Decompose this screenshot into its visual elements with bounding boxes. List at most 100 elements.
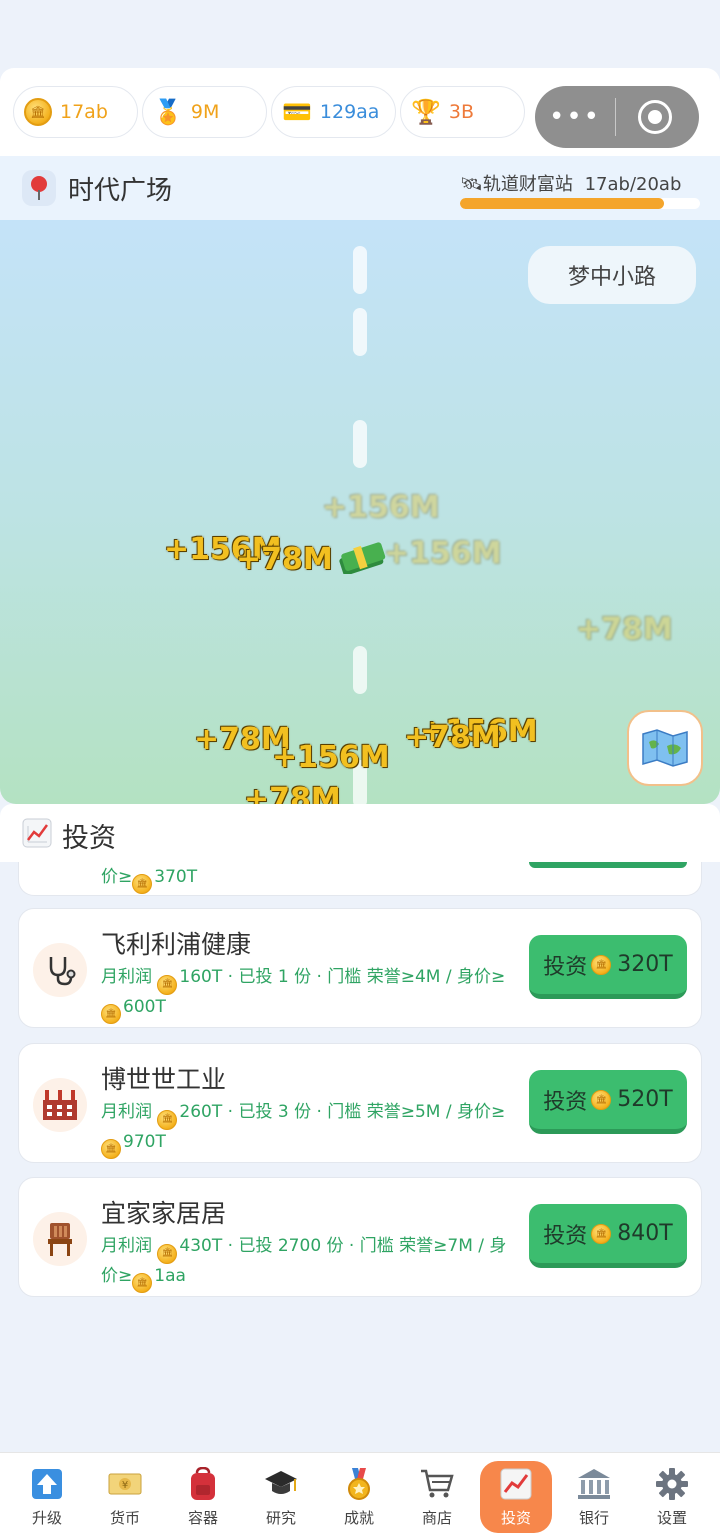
partial-threshold-label: 价≥ [101,867,133,887]
tab-label: 容器 [187,1509,218,1527]
monthly-profit: 160T [179,967,223,987]
gold-coin-icon: 🏛 [157,974,178,995]
cart-icon [420,1467,454,1501]
chart-icon [499,1467,533,1501]
map-icon [642,729,688,767]
invest-price: 520T [617,1087,673,1112]
income-float: +78M [404,720,501,755]
medal-icon [342,1467,376,1501]
company-name: 飞利利浦健康 [101,930,252,959]
invest-button-label: 投资 [543,1089,588,1115]
backpack-icon [186,1467,220,1501]
profit-label: 月利润 [101,967,158,987]
gold-coin-icon: 🏛 [591,1089,612,1110]
income-float: +78M [244,782,341,804]
detail-text: · 已投 1 份 · 门槛 荣誉≥4M / 身价≥ [222,967,506,987]
monthly-profit: 260T [179,1102,223,1122]
investment-detail: 月利润 🏛 260T · 已投 3 份 · 门槛 荣誉≥5M / 身价≥🏛 970T [101,1100,521,1159]
station-info: 🛰轨道财富站 17ab/20ab [460,170,681,196]
street-scene[interactable]: 梦中小路 +156M +156M +78M +156M +78M +78M +1… [0,220,720,804]
gold-coin-icon: 🏛 [157,1109,178,1130]
monthly-profit: 430T [179,1236,223,1256]
close-target-button[interactable] [638,100,672,134]
location-name: 时代广场 [68,176,173,206]
gold-coin-icon: 🏛 [591,1223,612,1244]
world-map-button[interactable] [627,710,703,786]
factory-icon [33,1078,87,1132]
gold-coin-icon: 🏛 [24,98,52,126]
trophy-icon: 🏆 [411,98,441,126]
svg-text:¥: ¥ [122,1480,128,1491]
tab-label: 银行 [578,1509,609,1527]
currency-chip-honor[interactable]: 🏅 9M [142,86,267,138]
currency-chip-gold[interactable]: 🏛 17ab [13,86,138,138]
road-dash [353,646,367,694]
profit-label: 月利润 [101,1102,158,1122]
capsule-divider [615,98,616,136]
tab-label: 设置 [656,1509,687,1527]
currency-chip-card[interactable]: 💳 129aa [271,86,396,138]
currency-value: 3B [448,101,475,123]
chair-icon [33,1212,87,1266]
tab-invest[interactable]: 投资 [480,1461,552,1533]
station-progress-bar [460,198,700,209]
tab-label: 研究 [265,1509,296,1527]
gear-icon [655,1467,689,1501]
invest-button[interactable]: 投资 🏛 320T [529,935,687,999]
company-name: 宜家家居居 [101,1199,227,1228]
currency-chip-trophy[interactable]: 🏆 3B [400,86,525,138]
investment-detail: 月利润 🏛 430T · 已投 2700 份 · 门槛 荣誉≥7M / 身价≥ 🏛 1… [101,1234,521,1293]
company-name: 博世世工业 [101,1065,227,1094]
bank-icon [577,1467,611,1501]
more-button[interactable]: ••• [535,102,615,132]
detail-text: · 已投 3 份 · 门槛 荣誉≥5M / 身价≥ [222,1102,506,1122]
stethoscope-icon [33,943,87,997]
investment-card-partial: 价≥ 🏛 370T [18,862,702,896]
income-float: +156M [322,490,440,525]
tab-currency[interactable]: ¥ 货币 [89,1461,161,1533]
gold-coin-icon: 🏛 [591,954,612,975]
currency-value: 9M [190,101,220,123]
threshold-value: 1aa [154,1265,186,1286]
gold-coin-icon: 🏛 [101,1139,121,1159]
tab-bank[interactable]: 银行 [558,1461,630,1533]
currency-value: 17ab [60,101,108,123]
tab-achievement[interactable]: 成就 [323,1461,395,1533]
tab-label: 货币 [109,1509,140,1527]
threshold-value: 970T [123,1131,166,1152]
partial-detail: 价≥ 🏛 370T [101,862,197,894]
tab-shop[interactable]: 商店 [401,1461,473,1533]
investment-card: 飞利利浦健康 月利润 🏛 160T · 已投 1 份 · 门槛 荣誉≥4M / 身… [18,908,702,1028]
tab-label: 商店 [421,1509,452,1527]
investment-card: 博世世工业 月利润 🏛 260T · 已投 3 份 · 门槛 荣誉≥5M / 身价… [18,1043,702,1163]
gold-coin-icon: 🏛 [101,1004,121,1024]
station-label: 🛰轨道财富站 [460,174,573,195]
invest-button[interactable]: 投资 🏛 840T [529,1204,687,1268]
invest-price: 320T [617,952,673,977]
tab-research[interactable]: 研究 [245,1461,317,1533]
profit-label: 月利润 [101,1236,158,1256]
invest-price: 840T [617,1221,673,1246]
chart-icon [22,818,52,848]
income-float: +78M [576,612,673,647]
income-float: +78M [236,542,333,577]
tab-label: 成就 [343,1509,374,1527]
road-switch-button[interactable]: 梦中小路 [528,246,696,304]
investment-detail: 月利润 🏛 160T · 已投 1 份 · 门槛 荣誉≥4M / 身价≥🏛 600T [101,965,521,1024]
threshold-value: 600T [123,996,166,1017]
gold-coin-icon: 🏛 [157,1243,178,1264]
medal-icon: 🏅 [153,98,183,126]
location-bar: 时代广场 🛰轨道财富站 17ab/20ab [0,156,720,220]
invest-button-label: 投资 [543,1223,588,1249]
road-dash [353,308,367,356]
tab-container[interactable]: 容器 [167,1461,239,1533]
invest-button-partial[interactable] [529,862,687,868]
invest-button[interactable]: 投资 🏛 520T [529,1070,687,1134]
income-float: +156M [384,536,502,571]
tab-settings[interactable]: 设置 [636,1461,708,1533]
gold-coin-icon: 🏛 [132,874,153,894]
miniprogram-capsule: ••• [535,86,699,148]
pin-icon [22,170,56,206]
tab-upgrade[interactable]: 升级 [11,1461,83,1533]
tab-label: 升级 [31,1509,62,1527]
